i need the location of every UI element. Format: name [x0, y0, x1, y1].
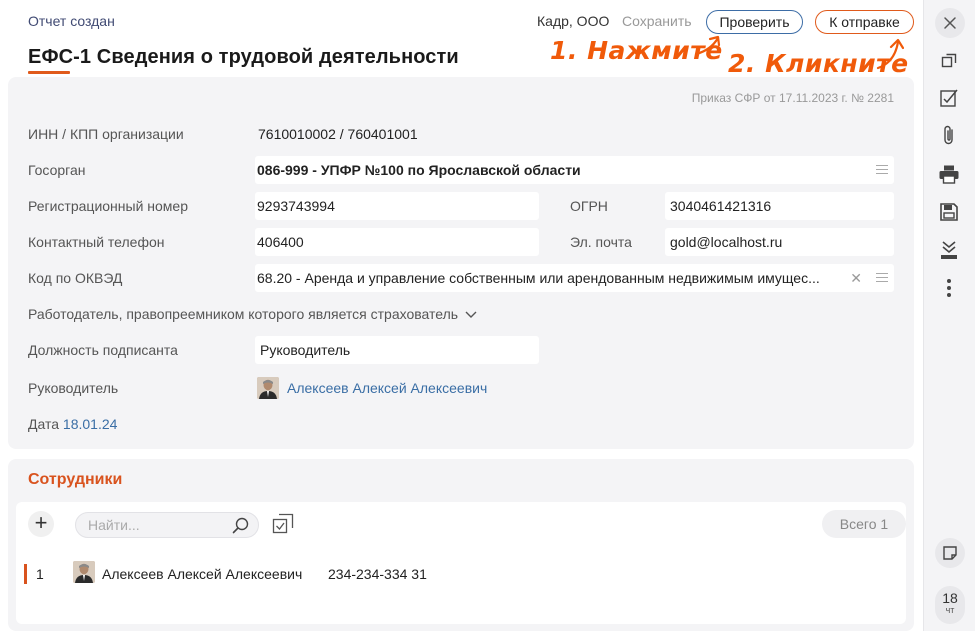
- save-button[interactable]: Сохранить: [622, 13, 692, 29]
- reg-label: Регистрационный номер: [28, 198, 188, 214]
- check-button[interactable]: Проверить: [706, 10, 803, 34]
- okved-label: Код по ОКВЭД: [28, 270, 123, 286]
- inn-kpp-label: ИНН / КПП организации: [28, 126, 184, 142]
- search-icon[interactable]: [232, 517, 250, 535]
- add-employee-button[interactable]: +: [28, 511, 54, 537]
- org-name-link[interactable]: Кадр, ООО: [537, 13, 609, 29]
- ogrn-field[interactable]: 3040461421316: [665, 192, 894, 220]
- top-actions: Кадр, ООО Сохранить Проверить К отправке: [0, 10, 923, 34]
- reg-field[interactable]: 9293743994: [255, 192, 539, 220]
- attach-button[interactable]: [936, 122, 962, 148]
- gov-field[interactable]: 086-999 - УПФР №100 по Ярославской облас…: [255, 156, 894, 184]
- title-underline: [28, 71, 70, 74]
- note-icon: [943, 546, 957, 560]
- total-count: Всего 1: [822, 510, 906, 538]
- copy-button[interactable]: [936, 47, 962, 73]
- report-main: Отчет создан ЕФС-1 Сведения о трудовой д…: [0, 0, 923, 631]
- employee-avatar: [73, 561, 95, 583]
- more-button[interactable]: [936, 275, 962, 301]
- okved-value: 68.20 - Аренда и управление собственным …: [257, 270, 820, 286]
- employee-row-number: 1: [36, 566, 44, 582]
- email-label: Эл. почта: [570, 234, 632, 250]
- email-value: gold@localhost.ru: [670, 234, 783, 250]
- search-placeholder: Найти...: [88, 517, 140, 533]
- print-button[interactable]: [936, 161, 962, 187]
- signer-position-label: Должность подписанта: [28, 342, 178, 358]
- ogrn-value: 3040461421316: [670, 198, 772, 214]
- phone-field[interactable]: 406400: [255, 228, 539, 256]
- employees-list: + Найти... Всего 1 1 Алексеев Алексей Ал…: [16, 502, 906, 624]
- list-menu-icon[interactable]: [876, 165, 888, 175]
- employee-snils: 234-234-334 31: [328, 566, 427, 582]
- more-icon: [947, 279, 951, 297]
- save-file-button[interactable]: [936, 199, 962, 225]
- head-label: Руководитель: [28, 380, 119, 396]
- inn-kpp-value: 7610010002 / 760401001: [258, 126, 418, 142]
- notes-button[interactable]: [935, 538, 965, 568]
- employees-section: Сотрудники + Найти... Всего 1 1 Алексеев…: [8, 459, 914, 631]
- okved-field[interactable]: 68.20 - Аренда и управление собственным …: [255, 264, 894, 292]
- upload-button[interactable]: [936, 237, 962, 263]
- gov-label: Госорган: [28, 162, 86, 178]
- calendar-weekday: чт: [945, 605, 955, 615]
- send-button[interactable]: К отправке: [815, 10, 914, 34]
- close-icon: [944, 17, 956, 29]
- chevron-down-icon: [465, 311, 477, 319]
- paperclip-icon: [944, 125, 953, 145]
- employee-name[interactable]: Алексеев Алексей Алексеевич: [102, 566, 302, 582]
- ogrn-label: ОГРН: [570, 198, 608, 214]
- gov-value: 086-999 - УПФР №100 по Ярославской облас…: [257, 162, 581, 178]
- employee-search-input[interactable]: Найти...: [75, 512, 259, 538]
- phone-label: Контактный телефон: [28, 234, 165, 250]
- close-button[interactable]: [935, 8, 965, 38]
- hint-arrow-2: [876, 38, 904, 70]
- calendar-button[interactable]: 18 чт: [935, 586, 965, 624]
- clear-icon[interactable]: ✕: [850, 264, 862, 292]
- order-note: Приказ СФР от 17.11.2023 г. № 2281: [691, 91, 894, 105]
- save-icon: [940, 203, 958, 221]
- email-field[interactable]: gold@localhost.ru: [665, 228, 894, 256]
- date-label: Дата: [28, 416, 60, 432]
- printer-icon: [939, 165, 959, 184]
- right-sidebar: 18 чт: [923, 0, 975, 631]
- copy-icon: [941, 53, 957, 68]
- select-all-icon[interactable]: [272, 513, 294, 535]
- page-title: ЕФС-1 Сведения о трудовой деятельности: [28, 46, 459, 68]
- upload-icon: [941, 241, 957, 259]
- check-report-button[interactable]: [936, 85, 962, 111]
- head-avatar: [257, 377, 279, 399]
- phone-value: 406400: [257, 234, 304, 250]
- successor-toggle[interactable]: Работодатель, правопреемником которого я…: [28, 306, 477, 322]
- date-row: Дата 18.01.24: [28, 416, 117, 432]
- employees-title: Сотрудники: [28, 471, 123, 488]
- hint-arrow-1: [694, 35, 721, 56]
- date-value[interactable]: 18.01.24: [63, 416, 118, 432]
- list-menu-icon[interactable]: [876, 273, 888, 283]
- successor-label: Работодатель, правопреемником которого я…: [28, 306, 459, 322]
- row-selected-marker: [24, 564, 27, 584]
- signer-position-value: Руководитель: [260, 342, 351, 358]
- head-name-link[interactable]: Алексеев Алексей Алексеевич: [287, 380, 487, 396]
- signer-position-field[interactable]: Руководитель: [255, 336, 539, 364]
- org-info-panel: Приказ СФР от 17.11.2023 г. № 2281 ИНН /…: [8, 77, 914, 449]
- calendar-day: 18: [942, 590, 958, 606]
- check-report-icon: [940, 89, 958, 107]
- reg-value: 9293743994: [257, 198, 335, 214]
